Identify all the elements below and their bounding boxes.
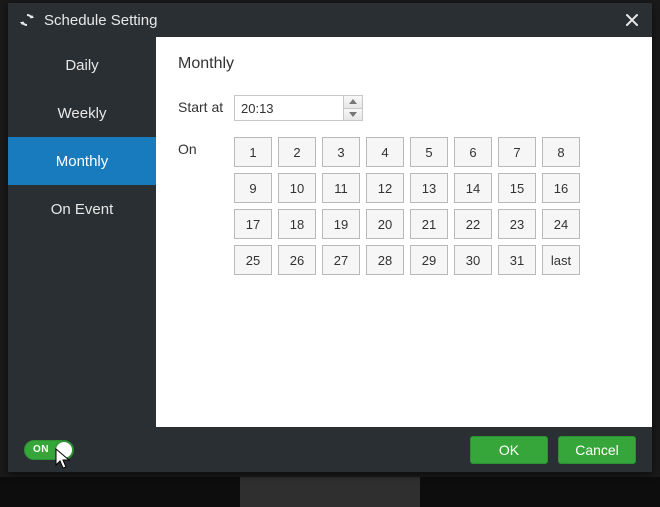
day-cell-25[interactable]: 25 — [234, 245, 272, 275]
button-label: OK — [499, 442, 519, 458]
day-cell-23[interactable]: 23 — [498, 209, 536, 239]
start-at-input[interactable] — [235, 96, 343, 120]
spinner-group — [343, 96, 362, 120]
on-row: On 1234567891011121314151617181920212223… — [178, 137, 630, 275]
day-cell-18[interactable]: 18 — [278, 209, 316, 239]
sync-icon — [18, 11, 36, 29]
day-cell-13[interactable]: 13 — [410, 173, 448, 203]
day-cell-22[interactable]: 22 — [454, 209, 492, 239]
toggle-label: ON — [33, 444, 49, 455]
day-cell-4[interactable]: 4 — [366, 137, 404, 167]
day-cell-5[interactable]: 5 — [410, 137, 448, 167]
chevron-down-icon — [349, 112, 357, 117]
button-label: Cancel — [575, 442, 619, 458]
cancel-button[interactable]: Cancel — [558, 436, 636, 464]
on-label: On — [178, 137, 234, 157]
close-button[interactable] — [618, 6, 646, 34]
sidebar-item-on-event[interactable]: On Event — [8, 185, 156, 233]
day-cell-2[interactable]: 2 — [278, 137, 316, 167]
sidebar-item-monthly[interactable]: Monthly — [8, 137, 156, 185]
day-cell-7[interactable]: 7 — [498, 137, 536, 167]
day-cell-30[interactable]: 30 — [454, 245, 492, 275]
day-cell-last[interactable]: last — [542, 245, 580, 275]
toggle-knob — [56, 442, 72, 458]
day-cell-31[interactable]: 31 — [498, 245, 536, 275]
ok-button[interactable]: OK — [470, 436, 548, 464]
background-box — [240, 477, 420, 507]
day-cell-15[interactable]: 15 — [498, 173, 536, 203]
day-cell-19[interactable]: 19 — [322, 209, 360, 239]
day-cell-29[interactable]: 29 — [410, 245, 448, 275]
day-cell-9[interactable]: 9 — [234, 173, 272, 203]
sidebar-item-daily[interactable]: Daily — [8, 41, 156, 89]
day-grid: 1234567891011121314151617181920212223242… — [234, 137, 580, 275]
footer: ON OK Cancel — [8, 427, 652, 472]
sidebar-item-label: Monthly — [56, 153, 109, 170]
panel-heading: Monthly — [178, 55, 630, 73]
close-icon — [624, 12, 640, 28]
schedule-setting-modal: Schedule Setting Daily Weekly Monthly On… — [8, 3, 652, 472]
day-cell-10[interactable]: 10 — [278, 173, 316, 203]
start-at-label: Start at — [178, 95, 234, 115]
sidebar: Daily Weekly Monthly On Event — [8, 37, 156, 427]
day-cell-24[interactable]: 24 — [542, 209, 580, 239]
start-at-row: Start at — [178, 95, 630, 121]
day-cell-11[interactable]: 11 — [322, 173, 360, 203]
spinner-down[interactable] — [344, 108, 362, 121]
day-cell-6[interactable]: 6 — [454, 137, 492, 167]
titlebar: Schedule Setting — [8, 3, 652, 37]
background-strip — [0, 477, 660, 507]
day-cell-8[interactable]: 8 — [542, 137, 580, 167]
enable-toggle[interactable]: ON — [24, 440, 74, 460]
modal-body: Daily Weekly Monthly On Event Monthly St… — [8, 37, 652, 427]
day-cell-3[interactable]: 3 — [322, 137, 360, 167]
sidebar-item-label: Daily — [65, 57, 98, 74]
day-cell-17[interactable]: 17 — [234, 209, 272, 239]
chevron-up-icon — [349, 99, 357, 104]
sidebar-item-weekly[interactable]: Weekly — [8, 89, 156, 137]
day-cell-14[interactable]: 14 — [454, 173, 492, 203]
monthly-panel: Monthly Start at On — [156, 37, 652, 427]
day-cell-26[interactable]: 26 — [278, 245, 316, 275]
day-cell-12[interactable]: 12 — [366, 173, 404, 203]
sidebar-item-label: Weekly — [58, 105, 107, 122]
sidebar-item-label: On Event — [51, 201, 114, 218]
day-cell-27[interactable]: 27 — [322, 245, 360, 275]
time-input-wrap — [234, 95, 363, 121]
day-cell-28[interactable]: 28 — [366, 245, 404, 275]
day-cell-16[interactable]: 16 — [542, 173, 580, 203]
modal-title: Schedule Setting — [44, 12, 157, 29]
day-cell-20[interactable]: 20 — [366, 209, 404, 239]
day-cell-21[interactable]: 21 — [410, 209, 448, 239]
day-cell-1[interactable]: 1 — [234, 137, 272, 167]
spinner-up[interactable] — [344, 96, 362, 108]
